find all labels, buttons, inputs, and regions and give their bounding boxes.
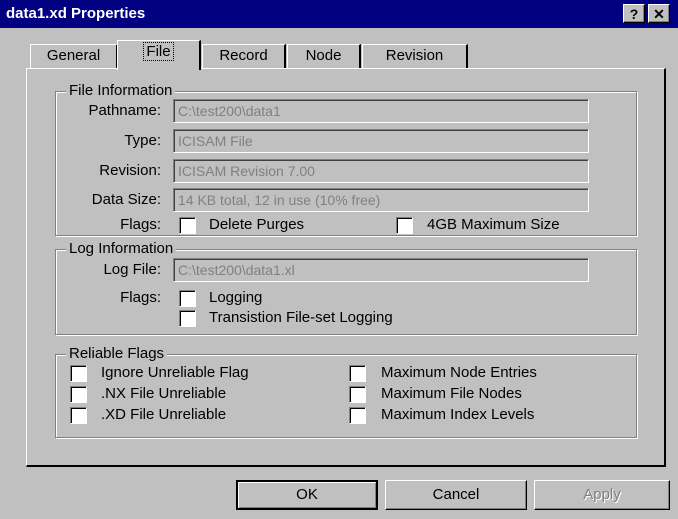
tab-record-label: Record [219, 47, 268, 64]
apply-button[interactable]: Apply [534, 480, 670, 510]
tab-revision[interactable]: Revision [362, 44, 468, 68]
logfile-value: C:\test200\data1.xl [178, 262, 295, 278]
type-value: ICISAM File [178, 133, 253, 149]
ignore-unreliable-checkbox[interactable] [70, 365, 87, 382]
nx-unreliable-label: .NX File Unreliable [101, 385, 227, 402]
ignore-unreliable-label: Ignore Unreliable Flag [101, 364, 249, 381]
pathname-label: Pathname: [88, 102, 161, 119]
cancel-button[interactable]: Cancel [385, 480, 527, 510]
max-size-4gb-label: 4GB Maximum Size [427, 216, 560, 233]
type-label: Type: [124, 132, 161, 149]
tab-revision-label: Revision [385, 47, 444, 64]
max-node-entries-checkbox[interactable] [349, 365, 366, 382]
revision-value: ICISAM Revision 7.00 [178, 163, 315, 179]
nx-unreliable-checkbox[interactable] [70, 386, 87, 403]
properties-dialog: data1.xd Properties ? ✕ General File Rec… [0, 0, 678, 519]
type-field: ICISAM File [173, 129, 589, 153]
ok-button-label: OK [296, 486, 318, 503]
pathname-field: C:\test200\data1 [173, 99, 589, 123]
log-information-title: Log Information [66, 240, 177, 258]
window-title: data1.xd Properties [6, 5, 146, 22]
tab-general[interactable]: General [30, 44, 118, 68]
ok-button[interactable]: OK [236, 480, 378, 510]
delete-purges-checkbox[interactable] [179, 217, 196, 234]
max-file-nodes-checkbox[interactable] [349, 386, 366, 403]
max-index-levels-label: Maximum Index Levels [381, 406, 535, 423]
delete-purges-label: Delete Purges [209, 216, 305, 233]
logging-checkbox[interactable] [179, 290, 196, 307]
datasize-value: 14 KB total, 12 in use (10% free) [178, 192, 381, 208]
transition-logging-label: Transistion File-set Logging [209, 309, 393, 326]
tab-file[interactable]: File [117, 40, 201, 70]
max-node-entries-label: Maximum Node Entries [381, 364, 537, 381]
pathname-value: C:\test200\data1 [178, 103, 281, 119]
datasize-label: Data Size: [91, 191, 161, 208]
xd-unreliable-label: .XD File Unreliable [101, 406, 227, 423]
max-file-nodes-label: Maximum File Nodes [381, 385, 522, 402]
title-bar[interactable]: data1.xd Properties ? ✕ [0, 0, 678, 28]
log-flags-label: Flags: [120, 289, 161, 306]
xd-unreliable-checkbox[interactable] [70, 407, 87, 424]
file-tab-panel: File Information Pathname: C:\test200\da… [26, 68, 666, 467]
tab-node-label: Node [305, 47, 342, 64]
tab-general-label: General [46, 47, 101, 64]
logfile-label: Log File: [103, 261, 161, 278]
help-button[interactable]: ? [623, 4, 645, 23]
tab-file-label: File [143, 42, 174, 61]
cancel-button-label: Cancel [432, 486, 480, 503]
close-icon: ✕ [653, 6, 665, 22]
tab-record[interactable]: Record [202, 44, 286, 68]
file-flags-label: Flags: [120, 216, 161, 233]
revision-field: ICISAM Revision 7.00 [173, 159, 589, 183]
file-information-title: File Information [66, 82, 176, 100]
max-size-4gb-checkbox[interactable] [396, 217, 413, 234]
tab-node[interactable]: Node [287, 44, 361, 68]
max-index-levels-checkbox[interactable] [349, 407, 366, 424]
logfile-field: C:\test200\data1.xl [173, 258, 589, 282]
help-icon: ? [629, 6, 639, 22]
transition-logging-checkbox[interactable] [179, 310, 196, 327]
apply-button-label: Apply [583, 486, 621, 503]
close-button[interactable]: ✕ [648, 4, 670, 23]
revision-label: Revision: [99, 162, 161, 179]
logging-label: Logging [209, 289, 263, 306]
datasize-field: 14 KB total, 12 in use (10% free) [173, 188, 589, 212]
reliable-flags-title: Reliable Flags [66, 345, 168, 363]
